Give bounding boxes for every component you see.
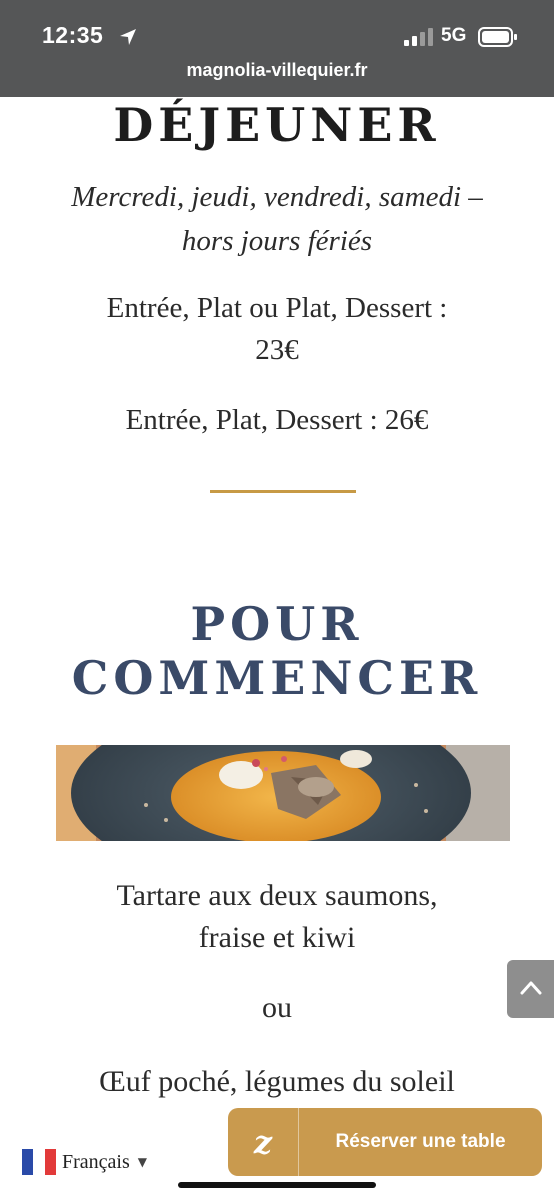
- starters-title-line2: COMMENCER: [71, 651, 483, 705]
- lunch-price-1-label: Entrée, Plat ou Plat, Dessert :: [106, 292, 448, 324]
- chevron-up-icon: [520, 981, 542, 995]
- reserve-table-button[interactable]: z Réserver une table: [228, 1108, 542, 1176]
- starters-title-line1: POUR: [190, 597, 364, 651]
- starter-dish-2: Œuf poché, légumes du soleil: [99, 1065, 455, 1098]
- battery-icon: [478, 27, 517, 47]
- starter-dish-1-line2: fraise et kiwi: [198, 921, 356, 954]
- starter-dish-1: Tartare aux deux saumons, fraise et kiwi: [30, 875, 524, 959]
- lunch-price-formula-1: Entrée, Plat ou Plat, Dessert : 23€: [30, 287, 524, 371]
- starter-separator: ou: [262, 991, 292, 1024]
- lunch-price-1-amount: 23€: [255, 334, 299, 366]
- starter-dish-1-line1: Tartare aux deux saumons,: [116, 879, 438, 912]
- caret-down-icon: ▼: [137, 1155, 147, 1169]
- signal-icon: [404, 28, 433, 46]
- lunch-title: DÉJEUNER: [113, 98, 441, 152]
- language-label: Français: [62, 1150, 130, 1173]
- lunch-days-line2: hors jours fériés: [181, 225, 373, 257]
- reserve-table-label: Réserver une table: [335, 1131, 506, 1152]
- network-label: 5G: [441, 25, 467, 46]
- address-bar-url[interactable]: magnolia-villequier.fr: [0, 60, 554, 81]
- starters-title: POUR COMMENCER: [0, 597, 554, 705]
- location-arrow-icon: [120, 29, 136, 45]
- browser-top-bar: 12:35 5G magnolia-villequier.fr: [0, 0, 554, 97]
- lunch-days-line1: Mercredi, jeudi, vendredi, samedi –: [71, 181, 483, 213]
- dish-photo: [56, 745, 510, 841]
- booking-logo-icon: z: [253, 1123, 273, 1161]
- status-time: 12:35: [42, 22, 104, 48]
- lunch-price-formula-2: Entrée, Plat, Dessert : 26€: [125, 404, 429, 436]
- scroll-to-top-button[interactable]: [507, 960, 554, 1018]
- language-selector[interactable]: Français ▼: [22, 1148, 147, 1176]
- france-flag-icon: [22, 1149, 56, 1175]
- lunch-days: Mercredi, jeudi, vendredi, samedi – hors…: [30, 175, 524, 263]
- section-divider: [210, 490, 356, 493]
- home-indicator: [178, 1182, 376, 1188]
